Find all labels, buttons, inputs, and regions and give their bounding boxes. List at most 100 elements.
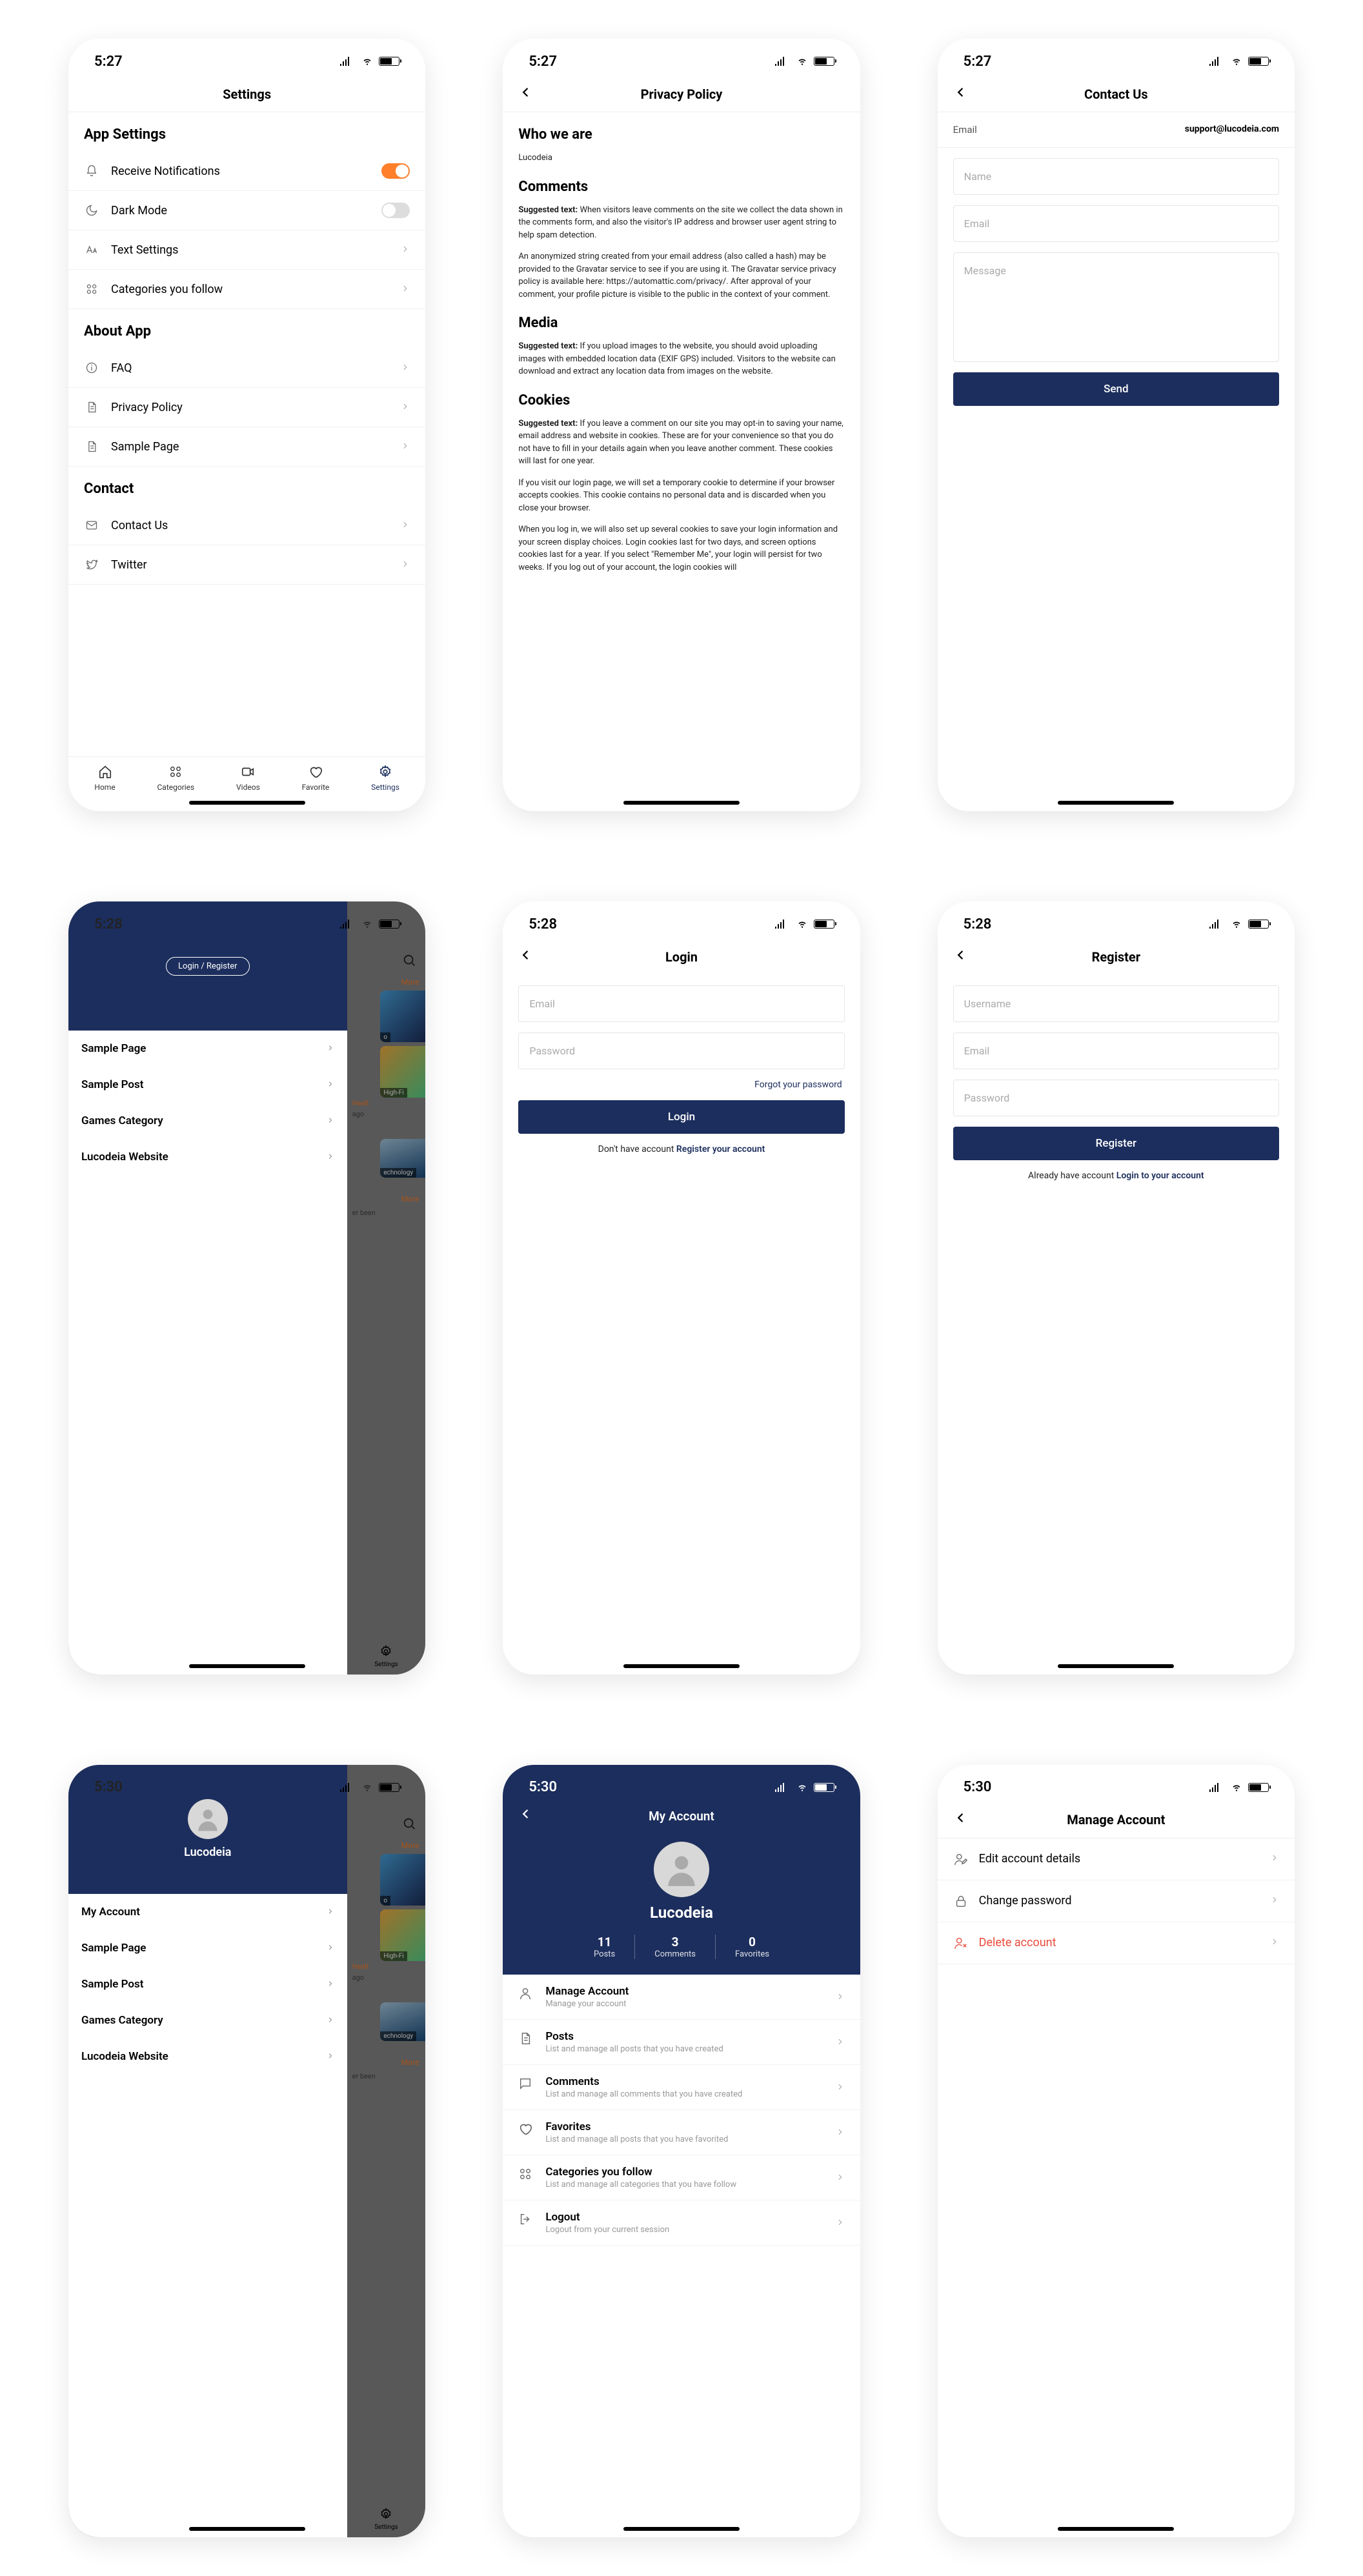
login-link[interactable]: Login to your account (1116, 1171, 1204, 1181)
login-button[interactable]: Login (518, 1100, 844, 1134)
home-indicator[interactable] (623, 2527, 740, 2531)
drawer-item[interactable]: Sample Post (68, 1067, 347, 1103)
account-row[interactable]: Categories you followList and manage all… (503, 2155, 860, 2200)
stat-favorites[interactable]: 0Favorites (715, 1935, 789, 1959)
back-button[interactable] (518, 947, 532, 967)
manage-row[interactable]: Change password (938, 1880, 1295, 1922)
heading-media: Media (518, 312, 844, 334)
stat-posts[interactable]: 11Posts (574, 1935, 634, 1959)
tab-home[interactable]: Home (94, 763, 115, 792)
drawer-item[interactable]: Games Category (68, 2002, 347, 2038)
status-time: 5:30 (529, 1779, 557, 1795)
screen-manage-account: 5:30 Manage Account Edit account details… (938, 1765, 1295, 2537)
toggle-switch[interactable] (381, 203, 410, 218)
message-input[interactable]: Message (953, 252, 1279, 362)
settings-row[interactable]: Twitter (68, 545, 425, 585)
home-indicator[interactable] (623, 1664, 740, 1668)
home-indicator[interactable] (1058, 801, 1174, 805)
password-input[interactable]: Password (518, 1032, 844, 1069)
avatar[interactable] (188, 1799, 228, 1839)
toggle-switch[interactable] (381, 163, 410, 179)
signal-icon (775, 1783, 791, 1792)
manage-row[interactable]: Delete account (938, 1922, 1295, 1964)
header: Contact Us (938, 76, 1295, 112)
settings-row[interactable]: Contact Us (68, 506, 425, 545)
back-button[interactable] (953, 947, 967, 967)
account-row[interactable]: PostsList and manage all posts that you … (503, 2020, 860, 2065)
name-input[interactable]: Name (953, 158, 1279, 195)
login-prompt: Already have account Login to your accou… (953, 1171, 1279, 1181)
page-title: Manage Account (1067, 1812, 1165, 1827)
back-button[interactable] (518, 85, 532, 104)
policy-body[interactable]: Who we are Lucodeia Comments Suggested t… (503, 112, 860, 811)
drawer-item[interactable]: Sample Page (68, 1930, 347, 1966)
home-indicator[interactable] (189, 801, 305, 805)
chevron-right-icon (836, 2124, 845, 2140)
account-row[interactable]: CommentsList and manage all comments tha… (503, 2065, 860, 2110)
login-register-button[interactable]: Login / Register (166, 957, 250, 976)
settings-row[interactable]: Text Settings (68, 230, 425, 270)
settings-row[interactable]: Receive Notifications (68, 152, 425, 191)
status-bar: 5:28 (68, 901, 425, 939)
status-bar: 5:27 (68, 39, 425, 76)
back-button[interactable] (518, 1807, 532, 1825)
account-row[interactable]: LogoutLogout from your current session (503, 2200, 860, 2246)
home-indicator[interactable] (189, 2527, 305, 2531)
chevron-right-icon (327, 1151, 334, 1163)
back-button[interactable] (953, 1810, 967, 1829)
drawer-item[interactable]: Sample Post (68, 1966, 347, 2002)
row-label: Sample Page (111, 440, 389, 454)
home-indicator[interactable] (189, 1664, 305, 1668)
tab-favorite[interactable]: Favorite (302, 763, 330, 792)
register-link[interactable]: Register your account (676, 1144, 765, 1154)
drawer-item[interactable]: Sample Page (68, 1031, 347, 1067)
status-time: 5:30 (964, 1779, 992, 1795)
register-button[interactable]: Register (953, 1127, 1279, 1160)
email-input[interactable]: Email (953, 1032, 1279, 1069)
wifi-icon (796, 57, 809, 66)
drawer-item[interactable]: Lucodeia Website (68, 1139, 347, 1175)
stat-value: 0 (735, 1935, 769, 1949)
tab-videos[interactable]: Videos (236, 763, 260, 792)
settings-row[interactable]: Privacy Policy (68, 388, 425, 427)
back-button[interactable] (953, 85, 967, 104)
tab-settings[interactable]: Settings (371, 763, 399, 792)
tab-categories[interactable]: Categories (157, 763, 194, 792)
manage-row[interactable]: Edit account details (938, 1838, 1295, 1880)
battery-icon (1248, 57, 1269, 66)
password-input[interactable]: Password (953, 1080, 1279, 1116)
stat-comments[interactable]: 3Comments (634, 1935, 715, 1959)
screen-privacy: 5:27 Privacy Policy Who we are Lucodeia … (503, 39, 860, 811)
drawer-item[interactable]: Lucodeia Website (68, 2038, 347, 2075)
forgot-password-link[interactable]: Forgot your password (518, 1080, 844, 1090)
home-indicator[interactable] (1058, 1664, 1174, 1668)
heading-cookies: Cookies (518, 390, 844, 411)
account-row[interactable]: FavoritesList and manage all posts that … (503, 2110, 860, 2155)
row-subtitle: List and manage all posts that you have … (545, 2135, 825, 2144)
home-indicator[interactable] (623, 801, 740, 805)
gear-icon (377, 763, 394, 780)
avatar[interactable] (654, 1842, 709, 1897)
battery-icon (1248, 1783, 1269, 1792)
wifi-icon (1230, 57, 1243, 66)
home-indicator[interactable] (1058, 2527, 1174, 2531)
chevron-right-icon (327, 1942, 334, 1954)
account-row[interactable]: Manage AccountManage your account (503, 1975, 860, 2020)
drawer-item[interactable]: My Account (68, 1894, 347, 1930)
email-input[interactable]: Email (518, 985, 844, 1022)
policy-text: If you visit our login page, we will set… (518, 477, 844, 515)
email-input[interactable]: Email (953, 205, 1279, 242)
settings-row[interactable]: Sample Page (68, 427, 425, 467)
drawer-item-label: Lucodeia Website (81, 1151, 168, 1163)
username-input[interactable]: Username (953, 985, 1279, 1022)
row-label: Edit account details (979, 1852, 1260, 1866)
settings-row[interactable]: Categories you follow (68, 270, 425, 309)
tab-label: Favorite (302, 783, 330, 792)
drawer-item[interactable]: Games Category (68, 1103, 347, 1139)
send-button[interactable]: Send (953, 372, 1279, 406)
stat-label: Favorites (735, 1949, 769, 1959)
screen-register: 5:28 Register Username Email Password Re… (938, 901, 1295, 1674)
settings-row[interactable]: Dark Mode (68, 191, 425, 230)
settings-row[interactable]: FAQ (68, 348, 425, 388)
chevron-right-icon (1270, 1852, 1279, 1866)
